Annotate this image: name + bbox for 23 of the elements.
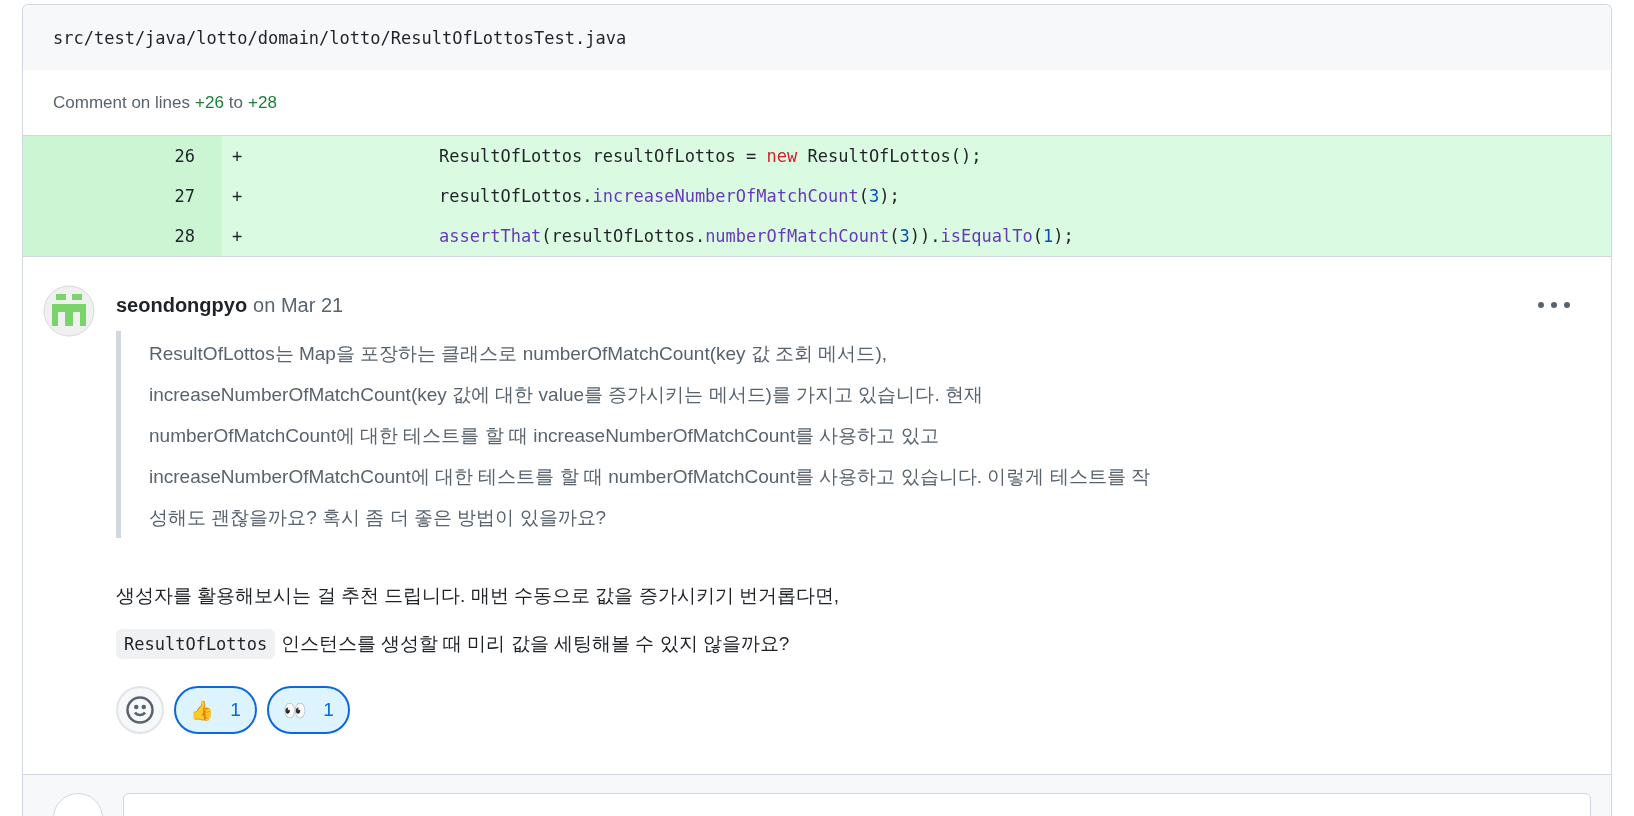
line-number: 28: [23, 216, 222, 256]
author-name[interactable]: seondongpyo: [116, 293, 248, 317]
reaction-button[interactable]: 👀 1: [267, 686, 350, 734]
comment-range-label: Comment on lines: [53, 92, 190, 113]
comment-text: 생성자를 활용해보시는 걸 추천 드립니다. 매번 수동으로 값을 증가시키기 번거롭다면, ResultOfLottos 인스턴스를 생성할 때 미리 값을 세팅해볼 수 있지 않을까요?: [116, 572, 1611, 668]
diff-sign: +: [232, 146, 244, 166]
line-number-end: +28: [248, 92, 277, 113]
comment-range-label: to: [228, 92, 244, 113]
line-number: 27: [23, 176, 222, 216]
diff-sign: +: [232, 186, 244, 206]
comment-date[interactable]: on Mar 21: [253, 293, 1531, 317]
code-text: assertThat(resultOfLottos.numberOfMatchCount(3)).isEqualTo(1);: [439, 226, 1074, 246]
smiley-icon: [125, 695, 155, 725]
line-number: 26: [23, 136, 222, 176]
diff-sign: +: [232, 226, 244, 246]
line-number-start: +26: [195, 92, 224, 113]
file-path[interactable]: src/test/java/lotto/domain/lotto/ResultOfLottosTest.java: [53, 27, 627, 48]
more-options-icon[interactable]: [1537, 301, 1571, 309]
reaction-button[interactable]: 👍 1: [174, 686, 257, 734]
code-text: resultOfLottos.increaseNumberOfMatchCount(3);: [439, 186, 900, 206]
add-reaction-button[interactable]: [116, 686, 164, 734]
quoted-text: ResultOfLottos는 Map을 포장하는 클래스로 numberOfMatchCount(key 값 조회 메서드), increaseNumberOfMatchCount(key 값에 대한 value를 증가시키는 메서드)를 가지고 있습니다. 현재 numberOfMatchCount에 대한 테스트를 할 때 increaseNumberOfMatchCount를 사용하고 있고 increaseNumberOfMatchCount에 대한 테스트를 할 때 numberOfMatchCount를 사용하고 있습니다. 이렇게 테스트를 작 성해도 괜찮을까요? 혹시 좀 더 좋은 방법이 있을까요?: [116, 331, 1611, 538]
code-text: ResultOfLottos resultOfLottos = new ResultOfLottos();: [439, 146, 982, 166]
